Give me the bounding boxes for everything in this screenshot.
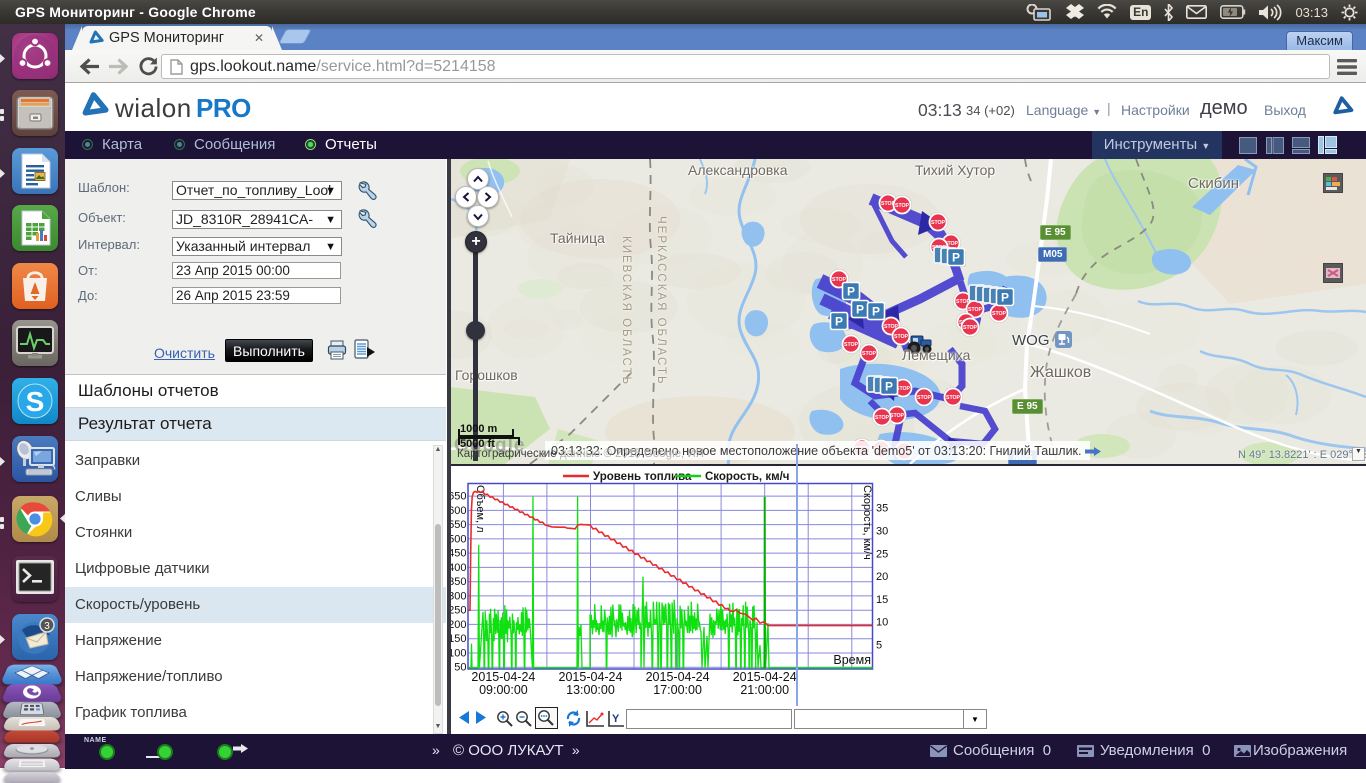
svg-text:15: 15	[876, 594, 888, 606]
svg-text:STOP: STOP	[895, 203, 910, 209]
svg-text:09:00:00: 09:00:00	[479, 683, 528, 697]
svg-text:50: 50	[454, 662, 466, 674]
svg-text:P: P	[885, 380, 893, 394]
svg-text:Скорость, км/ч: Скорость, км/ч	[861, 485, 873, 560]
svg-text:30: 30	[876, 526, 888, 538]
svg-text:2015-04-24: 2015-04-24	[733, 670, 797, 684]
svg-text:P: P	[952, 251, 960, 265]
svg-text:P: P	[856, 303, 864, 317]
svg-text:STOP: STOP	[875, 415, 890, 421]
svg-text:10: 10	[876, 617, 888, 629]
svg-text:S: S	[26, 386, 45, 417]
svg-text:STOP: STOP	[968, 307, 983, 313]
svg-text:13:00:00: 13:00:00	[566, 683, 615, 697]
svg-text:20: 20	[876, 571, 888, 583]
svg-text:P: P	[872, 305, 880, 319]
svg-text:P: P	[1001, 291, 1009, 305]
svg-text:Y: Y	[612, 713, 620, 725]
svg-text:STOP: STOP	[844, 342, 859, 348]
svg-text:STOP: STOP	[890, 413, 905, 419]
svg-text:35: 35	[876, 503, 888, 515]
svg-text:P: P	[847, 285, 855, 299]
svg-text:STOP: STOP	[894, 334, 909, 340]
svg-text:P: P	[835, 315, 843, 329]
svg-text:STOP: STOP	[963, 325, 978, 331]
svg-text:3: 3	[44, 621, 50, 632]
svg-text:STOP: STOP	[862, 351, 877, 357]
svg-text:Скорость, км/ч: Скорость, км/ч	[705, 471, 789, 483]
svg-text:5: 5	[876, 640, 882, 652]
svg-text:17:00:00: 17:00:00	[653, 683, 702, 697]
svg-text:2015-04-24: 2015-04-24	[471, 670, 535, 684]
svg-text:Время: Время	[833, 653, 871, 667]
svg-text:21:00:00: 21:00:00	[740, 683, 789, 697]
svg-text:2015-04-24: 2015-04-24	[559, 670, 623, 684]
svg-text:STOP: STOP	[931, 220, 946, 226]
svg-text:25: 25	[876, 548, 888, 560]
svg-text:STOP: STOP	[946, 395, 961, 401]
svg-text:STOP: STOP	[992, 311, 1007, 317]
svg-text:2015-04-24: 2015-04-24	[646, 670, 710, 684]
svg-text:STOP: STOP	[917, 395, 932, 401]
